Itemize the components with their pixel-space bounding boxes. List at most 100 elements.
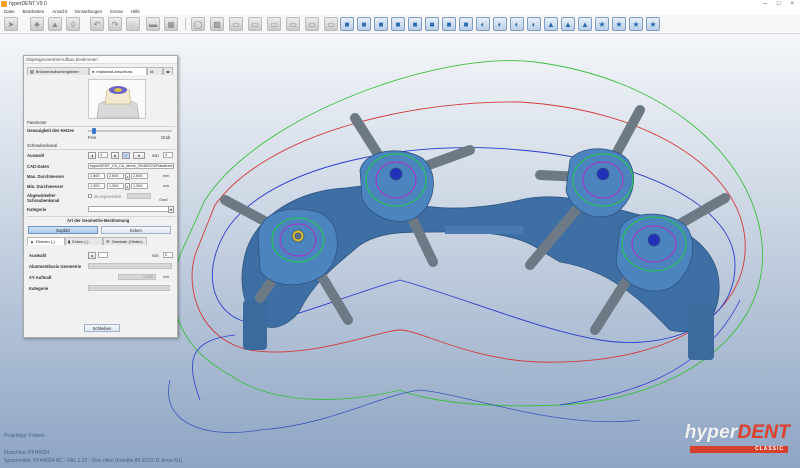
geometry-panel: Objektgeometrie/Aufbau bestimmen ▨ Brück…	[23, 55, 178, 338]
max-diameter-field-1[interactable]: 2.600	[88, 173, 105, 179]
tool-c-icon[interactable]: ▭	[267, 17, 281, 31]
tool-d-icon[interactable]: ▭	[286, 17, 300, 31]
tool-i-icon[interactable]: ★	[629, 17, 643, 31]
support-post-right	[688, 305, 714, 360]
subtab-planes[interactable]: ▲ Ebenen (-)	[27, 237, 65, 245]
tool-b-icon[interactable]: ▭	[248, 17, 262, 31]
tab-id[interactable]: Id	[147, 67, 163, 75]
menu-view[interactable]: Ansicht	[52, 9, 67, 14]
menu-bar: Datei Bearbeiten Ansicht Einstellungen E…	[0, 8, 800, 15]
sub-selection-of-label: von	[152, 253, 159, 258]
redo-icon[interactable]: ↷	[108, 17, 122, 31]
view-top-icon[interactable]: ■	[408, 17, 422, 31]
view-front-icon[interactable]: ■	[340, 17, 354, 31]
explicit-button[interactable]: Explizit	[28, 226, 98, 234]
shade-a-icon[interactable]: ◐	[476, 17, 490, 31]
max-diameter-link-icon[interactable]: •	[125, 173, 130, 180]
logo-brand: hyperDENT	[685, 422, 790, 444]
tool-a-icon[interactable]: ▭	[229, 17, 243, 31]
view-back-icon[interactable]: ■	[357, 17, 371, 31]
connector-bar	[445, 226, 523, 234]
max-diameter-field-3[interactable]: 2.600	[131, 173, 148, 179]
view-left-icon[interactable]: ■	[374, 17, 388, 31]
minimize-icon[interactable]: –	[764, 1, 767, 7]
prev-selection-icon[interactable]: ◂	[88, 152, 96, 159]
category-select[interactable]	[88, 206, 170, 212]
min-diameter-field-2[interactable]: 1.300	[107, 183, 124, 189]
view-bottom-icon[interactable]: ■	[425, 17, 439, 31]
bridge-icon[interactable]: ◊	[66, 17, 80, 31]
slider-min-label: Fein	[88, 135, 97, 140]
import-icon[interactable]: ▲	[48, 17, 62, 31]
selection-of-label: von	[152, 153, 159, 158]
tool-g-icon[interactable]: ★	[595, 17, 609, 31]
close-panel-button[interactable]: Schließen	[84, 324, 120, 332]
menu-settings[interactable]: Einstellungen	[75, 9, 102, 14]
view-right-icon[interactable]: ■	[391, 17, 405, 31]
angle-field	[127, 193, 151, 199]
tool-h-icon[interactable]: ★	[612, 17, 626, 31]
menu-edit[interactable]: Bearbeiten	[23, 9, 45, 14]
shade-c-icon[interactable]: ◐	[510, 17, 524, 31]
tab-implant-connection[interactable]: ● Implantat-Anschluss	[89, 67, 147, 75]
tab-bridge-pontics[interactable]: ▨ Brückenzwischenglieder	[27, 67, 89, 75]
subtab-thread[interactable]: ☰ Gewinde (Hinten)	[103, 237, 147, 245]
tool-e-icon[interactable]: ▭	[305, 17, 319, 31]
title-bar: hyperDENT V9.0 – □ ×	[0, 0, 800, 8]
menu-file[interactable]: Datei	[4, 9, 15, 14]
tab-bridge-pontics-label: Brückenzwischenglieder	[35, 69, 79, 74]
app-icon	[1, 1, 7, 7]
geometry-subtabs: ▲ Ebenen (-) ▮ Ecken (-) ☰ Gewinde (Hint…	[27, 237, 175, 245]
angled-checkbox[interactable]	[88, 194, 92, 198]
shade-b-icon[interactable]: ◐	[493, 17, 507, 31]
calc-c-icon[interactable]: ▲	[578, 17, 592, 31]
tool-j-icon[interactable]: ★	[646, 17, 660, 31]
subtab-edges[interactable]: ▮ Ecken (-)	[65, 237, 103, 245]
teeth-icon[interactable]: ♣	[30, 17, 44, 31]
tool-f-icon[interactable]: ▭	[324, 17, 338, 31]
options-dropdown-icon[interactable]: ▾	[133, 152, 145, 159]
save-icon[interactable]: ▩	[210, 17, 224, 31]
subtab-edges-label: Ecken (-)	[72, 239, 89, 244]
measure-icon[interactable]: ◌	[126, 17, 140, 31]
sub-category-label: Kategorie	[29, 286, 49, 291]
slider-thumb[interactable]	[92, 128, 96, 134]
disc-icon[interactable]: ◯	[191, 17, 205, 31]
category-label: Kategorie	[27, 207, 47, 212]
view-fit-icon[interactable]: ■	[459, 17, 473, 31]
cursor-icon[interactable]: ➤	[4, 17, 18, 31]
min-diameter-unit: mm	[163, 184, 170, 188]
grid-icon[interactable]: ▦	[164, 17, 178, 31]
pick-icon[interactable]: ✓	[122, 152, 130, 159]
shade-d-icon[interactable]: ◐	[527, 17, 541, 31]
cut-icon[interactable]: ▬	[146, 17, 160, 31]
cad-data-field[interactable]: hyperDENT_C4_CA_direct_20180223/Fräsdire…	[88, 163, 174, 169]
max-diameter-field-2[interactable]: 2.600	[107, 173, 124, 179]
view-iso-icon[interactable]: ■	[442, 17, 456, 31]
selection-count-field[interactable]: 4	[98, 152, 108, 158]
maximize-icon[interactable]: □	[777, 1, 781, 7]
edges-icon: ▮	[68, 239, 71, 244]
clamp-status: Spannmittel: PFH4024-BC - FAL 1.22 - Dis…	[4, 458, 183, 464]
support-post-left	[243, 300, 267, 350]
undo-icon[interactable]: ↶	[90, 17, 104, 31]
xy-offset-field: 0.000	[118, 274, 156, 280]
calc-a-icon[interactable]: ▲	[544, 17, 558, 31]
min-diameter-link-icon[interactable]: •	[125, 183, 130, 190]
select-all-icon[interactable]: ●	[111, 152, 119, 159]
calc-b-icon[interactable]: ▲	[561, 17, 575, 31]
mesh-accuracy-slider[interactable]	[88, 128, 172, 134]
sub-selection-field[interactable]	[98, 252, 108, 258]
category-dropdown-icon[interactable]: ▾	[168, 206, 174, 213]
min-diameter-field-3[interactable]: 1.300	[131, 183, 148, 189]
min-diameter-field-1[interactable]: 1.300	[88, 183, 105, 189]
xy-offset-unit: mm	[163, 275, 170, 279]
close-icon[interactable]: ×	[790, 1, 794, 7]
edges-button[interactable]: Ecken	[101, 226, 171, 234]
sub-prev-icon[interactable]: ◂	[88, 252, 96, 259]
toolbar: ➤ ♣ ▲ ◊ ↶ ↷ ◌ ▬ ▦ ◯ ▩ ▭ ▭ ▭ ▭ ▭ ▭ ■ ■ ■ …	[0, 15, 800, 34]
menu-help[interactable]: Hilfe	[131, 9, 140, 14]
subtab-planes-label: Ebenen (-)	[35, 239, 55, 244]
menu-extras[interactable]: Extras	[110, 9, 123, 14]
tab-scroll-arrows[interactable]: ◂▸	[163, 67, 173, 75]
